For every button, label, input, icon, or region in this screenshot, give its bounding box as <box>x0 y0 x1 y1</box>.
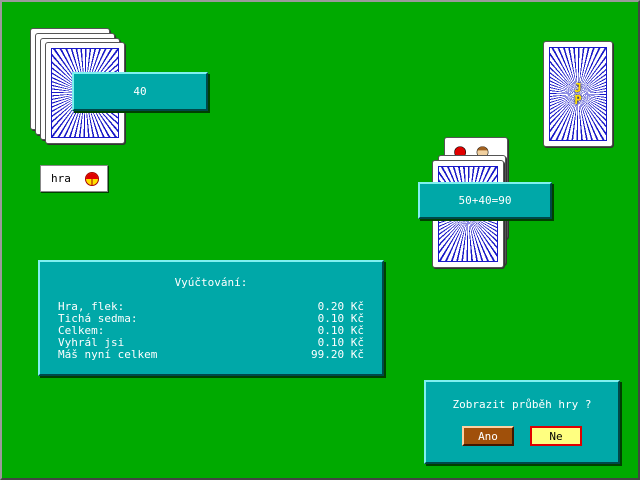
opponent-card-back: J P <box>543 41 613 147</box>
opponent-score-panel: 50+40=90 <box>418 182 552 219</box>
yes-button[interactable]: Ano <box>462 426 514 446</box>
player-score-panel: 40 <box>72 72 208 111</box>
dialog-question: Zobrazit průběh hry ? <box>452 398 592 411</box>
bid-label: hra <box>51 172 71 185</box>
show-game-history-dialog: Zobrazit průběh hry ? Ano Ne <box>424 380 620 464</box>
bid-label-box: hra <box>40 165 108 192</box>
settlement-row: Máš nyní celkem 99.20 Kč <box>58 348 364 361</box>
settlement-panel: Vyúčtování: Hra, flek: 0.20 Kč Tichá sedm… <box>38 260 384 376</box>
red-heart-suit-icon <box>85 172 99 186</box>
no-button[interactable]: Ne <box>530 426 582 446</box>
card-back-logo: J P <box>574 81 582 107</box>
opponent-score: 50+40=90 <box>458 194 512 207</box>
settlement-title: Vyúčtování: <box>174 276 248 289</box>
player-score: 40 <box>133 85 147 98</box>
